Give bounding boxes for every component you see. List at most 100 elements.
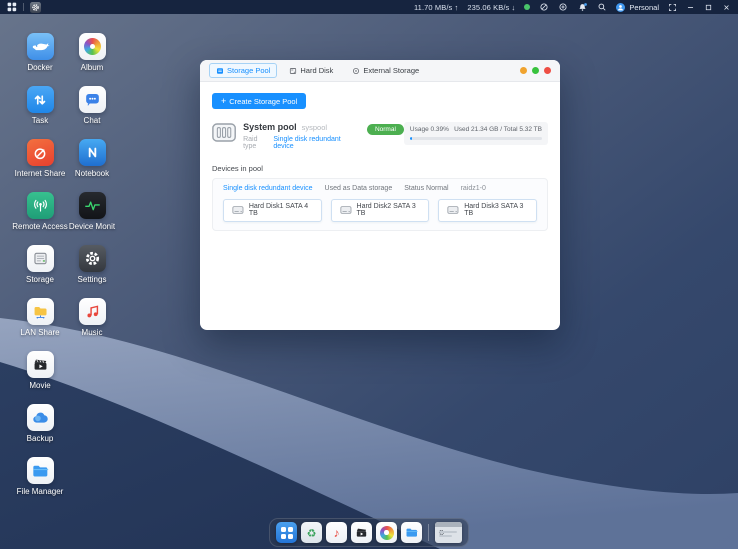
- dock-window-thumbnail[interactable]: [435, 522, 462, 543]
- disk-label: Hard Disk3 SATA 3 TB: [464, 203, 528, 217]
- desktop-icon-grid: Docker Album Task Chat Internet Share: [14, 33, 118, 510]
- create-button-label: Create Storage Pool: [229, 97, 297, 106]
- tab-label: Storage Pool: [227, 66, 270, 75]
- desktop-icon-label: Movie: [29, 381, 50, 390]
- create-storage-pool-button[interactable]: + Create Storage Pool: [212, 93, 306, 109]
- desktop-icon-music[interactable]: Music: [66, 298, 118, 351]
- dock-separator: [428, 524, 429, 541]
- usage-panel: Usage 0.39% Used 21.34 GB / Total 5.32 T…: [404, 122, 548, 145]
- desktop-icon-label: Chat: [84, 116, 101, 125]
- desktop-icon-label: Music: [82, 328, 103, 337]
- file-manager-folder-icon: [27, 457, 54, 484]
- tab-storage-pool[interactable]: Storage Pool: [209, 63, 277, 78]
- storage-pool-panel: + Create Storage Pool System pool syspoo…: [200, 82, 560, 330]
- user-name: Personal: [629, 3, 659, 12]
- music-note-icon: [79, 298, 106, 325]
- desktop-icon-label: LAN Share: [20, 328, 59, 337]
- desktop-icon-chat[interactable]: Chat: [66, 86, 118, 139]
- pool-name: System pool: [243, 122, 297, 132]
- dock-recycle-bin-icon[interactable]: [301, 522, 322, 543]
- desktop-icon-label: Backup: [27, 434, 54, 443]
- desktop-icon-lan-share[interactable]: LAN Share: [14, 298, 66, 351]
- desktop-icon-label: Task: [32, 116, 48, 125]
- desktop-screen: 11.70 MB/s ↑ 235.06 KB/s ↓ Personal: [0, 0, 738, 549]
- desktop-icon-album[interactable]: Album: [66, 33, 118, 86]
- active-app-settings-icon[interactable]: [30, 2, 41, 13]
- window-header[interactable]: Storage Pool Hard Disk External Storage: [200, 60, 560, 82]
- desktop-icon-task[interactable]: Task: [14, 86, 66, 139]
- capacity-text: Used 21.34 GB / Total 5.32 TB: [454, 126, 542, 133]
- user-avatar: [616, 3, 625, 12]
- raid-meta-row: Single disk redundant device Used as Dat…: [223, 185, 537, 192]
- desktop-icon-remote-access[interactable]: Remote Access: [14, 192, 66, 245]
- status-text: Status Normal: [404, 185, 448, 192]
- disk-chip-3[interactable]: Hard Disk3 SATA 3 TB: [438, 199, 537, 222]
- search-icon[interactable]: [597, 2, 607, 12]
- dock-album-icon[interactable]: [376, 522, 397, 543]
- raid-group-id: raidz1-0: [461, 185, 486, 192]
- notification-bell-icon[interactable]: [577, 2, 588, 13]
- desktop-icon-device-monit[interactable]: Device Monit: [66, 192, 118, 245]
- status-badge: Normal: [367, 124, 404, 135]
- dock-file-manager-icon[interactable]: [401, 522, 422, 543]
- disk-chip-1[interactable]: Hard Disk1 SATA 4 TB: [223, 199, 322, 222]
- disk-chip-2[interactable]: Hard Disk2 SATA 3 TB: [331, 199, 430, 222]
- desktop-icon-settings[interactable]: Settings: [66, 245, 118, 298]
- desktop-icon-backup[interactable]: Backup: [14, 404, 66, 457]
- desktop-icon-file-manager[interactable]: File Manager: [14, 457, 66, 510]
- tab-external-storage[interactable]: External Storage: [345, 63, 426, 78]
- tab-label: External Storage: [363, 66, 419, 75]
- disk-icon: [340, 205, 352, 215]
- storage-pool-icon: [216, 67, 224, 75]
- desktop-icon-label: Device Monit: [69, 222, 115, 231]
- desktop-icon-label: Storage: [26, 275, 54, 284]
- tab-label: Hard Disk: [300, 66, 333, 75]
- pool-summary-row: System pool syspool Raid type Single dis…: [212, 122, 548, 150]
- album-flower-icon: [79, 33, 106, 60]
- raid-mode-link[interactable]: Single disk redundant device: [223, 185, 313, 192]
- launcher-icon[interactable]: [7, 2, 17, 12]
- disk-chip-list: Hard Disk1 SATA 4 TB Hard Disk2 SATA 3 T…: [223, 199, 537, 222]
- user-menu[interactable]: Personal: [616, 3, 659, 12]
- dock-app-center-icon[interactable]: [276, 522, 297, 543]
- minimize-icon[interactable]: [686, 3, 695, 12]
- desktop-icon-label: Notebook: [75, 169, 109, 178]
- storage-pool-window: Storage Pool Hard Disk External Storage …: [200, 60, 560, 330]
- desktop-icon-label: Album: [81, 63, 104, 72]
- disk-label: Hard Disk1 SATA 4 TB: [249, 203, 313, 217]
- desktop-icon-storage[interactable]: Storage: [14, 245, 66, 298]
- hard-disk-icon: [289, 67, 297, 75]
- widgets-icon[interactable]: [558, 2, 568, 12]
- maximize-icon[interactable]: [704, 3, 713, 12]
- settings-gear-icon: [79, 245, 106, 272]
- devices-heading: Devices in pool: [212, 164, 548, 173]
- do-not-disturb-icon[interactable]: [539, 2, 549, 12]
- dock-movie-icon[interactable]: [351, 522, 372, 543]
- desktop-icon-docker[interactable]: Docker: [14, 33, 66, 86]
- window-minimize-dot[interactable]: [520, 67, 527, 74]
- tab-hard-disk[interactable]: Hard Disk: [282, 63, 340, 78]
- storage-drive-icon: [27, 245, 54, 272]
- task-arrows-icon: [27, 86, 54, 113]
- desktop-icon-notebook[interactable]: Notebook: [66, 139, 118, 192]
- plus-icon: +: [221, 98, 226, 104]
- desktop-icon-label: File Manager: [17, 487, 64, 496]
- close-icon[interactable]: [722, 3, 731, 12]
- usage-progress-bar: [410, 137, 542, 140]
- desktop-icon-internet-share[interactable]: Internet Share: [14, 139, 66, 192]
- devices-panel: Single disk redundant device Used as Dat…: [212, 178, 548, 231]
- disk-icon: [447, 205, 459, 215]
- backup-cloud-icon: [27, 404, 54, 431]
- raid-type-link[interactable]: Single disk redundant device: [273, 136, 353, 150]
- status-dot[interactable]: [524, 4, 530, 10]
- desktop-icon-movie[interactable]: Movie: [14, 351, 66, 404]
- window-maximize-dot[interactable]: [532, 67, 539, 74]
- internet-share-compass-icon: [27, 139, 54, 166]
- raid-type-label: Raid type: [243, 136, 269, 150]
- window-close-dot[interactable]: [544, 67, 551, 74]
- desktop-icon-label: Remote Access: [12, 222, 68, 231]
- download-speed: 235.06 KB/s ↓: [467, 3, 515, 12]
- dock-music-icon[interactable]: [326, 522, 347, 543]
- menubar: 11.70 MB/s ↑ 235.06 KB/s ↓ Personal: [0, 0, 738, 14]
- fullscreen-icon[interactable]: [668, 3, 677, 12]
